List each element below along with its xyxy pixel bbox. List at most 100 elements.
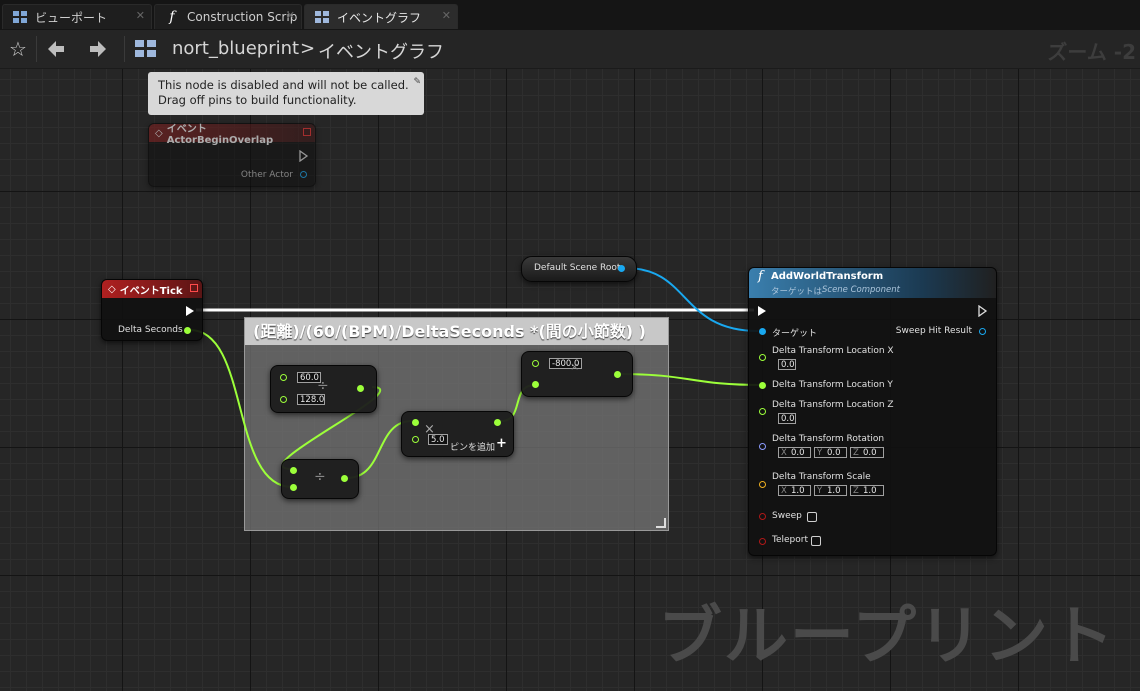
multiply2-a-pin[interactable] xyxy=(532,360,539,367)
sweep-hit-result-label: Sweep Hit Result xyxy=(895,326,972,336)
divide-b-value[interactable]: 128.0 xyxy=(297,394,325,405)
loc-y-pin[interactable] xyxy=(759,382,766,389)
default-scene-root-node[interactable]: Default Scene Root xyxy=(521,256,637,282)
tab-construction-script[interactable]: f Construction Scrip ✕ xyxy=(154,4,302,29)
close-icon[interactable]: ✕ xyxy=(286,9,295,22)
rotation-z-value[interactable]: Z 0.0 xyxy=(850,447,884,458)
sweep-hit-result-pin[interactable] xyxy=(979,328,986,335)
loc-x-label: Delta Transform Location X xyxy=(772,346,894,356)
exec-in-pin[interactable] xyxy=(758,306,766,316)
divide-b-pin[interactable] xyxy=(280,396,287,403)
scale-pin[interactable] xyxy=(759,481,766,488)
close-icon[interactable]: ✕ xyxy=(442,9,451,22)
multiply2-out-pin[interactable] xyxy=(614,371,621,378)
add-pin-label[interactable]: ピンを追加 xyxy=(450,440,495,453)
loc-x-pin[interactable] xyxy=(759,354,766,361)
scale-x-value[interactable]: X 1.0 xyxy=(778,485,811,496)
divide2-out-pin[interactable] xyxy=(341,475,348,482)
breadcrumb-separator: > xyxy=(300,38,316,59)
sweep-pin[interactable] xyxy=(759,513,766,520)
rotation-y-value[interactable]: Y 0.0 xyxy=(814,447,847,458)
zoom-level: ズーム -2 xyxy=(1047,40,1136,64)
sweep-checkbox[interactable] xyxy=(807,512,817,522)
exec-out-pin[interactable] xyxy=(186,306,194,316)
exec-out-pin-icon[interactable] xyxy=(299,150,309,162)
tab-viewport[interactable]: ビューポート ✕ xyxy=(2,4,152,29)
tab-label: イベントグラフ xyxy=(337,10,422,25)
pin-icon[interactable]: ✎ xyxy=(413,75,421,90)
rotation-x-value[interactable]: X 0.0 xyxy=(778,447,811,458)
teleport-pin[interactable] xyxy=(759,538,766,545)
event-actor-begin-overlap-node[interactable]: ◇ イベント ActorBeginOverlap Other Actor xyxy=(148,123,316,187)
target-pin[interactable] xyxy=(759,328,766,335)
multiply-out-pin[interactable] xyxy=(494,419,501,426)
scale-z-text: 1.0 xyxy=(863,486,877,496)
node-title: イベントTick xyxy=(119,285,183,297)
node-title: AddWorldTransform xyxy=(771,271,884,282)
delta-seconds-pin[interactable] xyxy=(184,327,191,334)
divide2-b-pin[interactable] xyxy=(290,484,297,491)
delta-seconds-label: Delta Seconds xyxy=(118,325,183,335)
add-pin-plus-icon[interactable]: + xyxy=(496,436,507,451)
forward-arrow-icon[interactable] xyxy=(86,37,110,61)
rotation-y-axis: Y xyxy=(817,448,823,458)
scale-y-value[interactable]: Y 1.0 xyxy=(814,485,847,496)
rotation-x-axis: X xyxy=(781,448,787,458)
graph-type-icon xyxy=(134,37,158,61)
scene-root-label: Default Scene Root xyxy=(534,263,621,273)
target-label: ターゲット xyxy=(772,329,818,339)
exec-out-pin-icon[interactable] xyxy=(978,305,988,317)
rotation-y-text: 0.0 xyxy=(827,448,841,458)
delegate-pin-icon[interactable] xyxy=(190,284,198,292)
rotation-z-text: 0.0 xyxy=(863,448,877,458)
multiply-b-pin[interactable] xyxy=(412,436,419,443)
graph-canvas[interactable]: ブループリント (距離)/(60/(BPM)/DeltaSeconds *(間の… xyxy=(0,69,1140,691)
close-icon[interactable]: ✕ xyxy=(136,9,145,22)
divide2-op-icon: ÷ xyxy=(314,469,326,485)
other-actor-pin[interactable] xyxy=(300,171,307,178)
node-subtitle-class: Scene Component xyxy=(822,285,900,295)
multiply-a-pin[interactable] xyxy=(412,419,419,426)
loc-z-label: Delta Transform Location Z xyxy=(772,400,894,410)
multiply2-op-icon: × xyxy=(570,360,580,373)
divide-node-1[interactable]: 60.0 128.0 ÷ xyxy=(270,365,377,413)
rotation-pin[interactable] xyxy=(759,443,766,450)
scale-x-text: 1.0 xyxy=(791,486,805,496)
loc-x-value[interactable]: 0.0 xyxy=(778,359,796,370)
tab-event-graph[interactable]: イベントグラフ ✕ xyxy=(304,4,458,29)
event-diamond-icon: ◇ xyxy=(155,127,163,139)
divide-op-icon: ÷ xyxy=(317,378,329,394)
comment-resize-handle[interactable] xyxy=(656,518,666,528)
function-icon: f xyxy=(758,269,763,284)
add-world-transform-node[interactable]: f AddWorldTransform ターゲットは Scene Compone… xyxy=(748,267,997,556)
favorite-star-icon[interactable]: ☆ xyxy=(6,37,30,61)
scene-root-out-pin[interactable] xyxy=(618,265,625,272)
divide-node-2[interactable]: ÷ xyxy=(281,459,359,499)
event-tick-node[interactable]: ◇ イベントTick Delta Seconds xyxy=(101,279,203,341)
disabled-node-tooltip: This node is disabled and will not be ca… xyxy=(148,72,424,115)
divide2-a-pin[interactable] xyxy=(290,467,297,474)
breadcrumb-root[interactable]: nort_blueprint xyxy=(172,38,299,59)
delegate-pin-icon[interactable] xyxy=(303,128,311,136)
back-arrow-icon[interactable] xyxy=(44,37,68,61)
multiply2-b-pin[interactable] xyxy=(532,381,539,388)
tab-bar: ビューポート ✕ f Construction Scrip ✕ イベントグラフ … xyxy=(0,0,1140,31)
tooltip-line-1: This node is disabled and will not be ca… xyxy=(158,78,409,92)
tab-label: Construction Scrip xyxy=(187,10,298,24)
scale-y-text: 1.0 xyxy=(827,486,841,496)
divide-out-pin[interactable] xyxy=(357,385,364,392)
graph-toolbar: ☆ nort_blueprint > イベントグラフ ズーム -2 xyxy=(0,30,1140,69)
loc-z-pin[interactable] xyxy=(759,408,766,415)
scale-z-value[interactable]: Z 1.0 xyxy=(850,485,884,496)
loc-y-label: Delta Transform Location Y xyxy=(772,380,893,390)
multiply-node-2[interactable]: -800.0 × xyxy=(521,351,633,397)
node-title: イベント ActorBeginOverlap xyxy=(166,124,274,146)
teleport-checkbox[interactable] xyxy=(811,536,821,546)
loc-z-value[interactable]: 0.0 xyxy=(778,413,796,424)
event-graph-icon xyxy=(315,10,329,24)
tooltip-line-2: Drag off pins to build functionality. xyxy=(158,93,357,107)
comment-title[interactable]: (距離)/(60/(BPM)/DeltaSeconds *(間の小節数) ) xyxy=(245,318,668,345)
breadcrumb-current[interactable]: イベントグラフ xyxy=(318,38,444,64)
divide-a-pin[interactable] xyxy=(280,374,287,381)
multiply-node[interactable]: 5.0 × ピンを追加 + xyxy=(401,411,514,457)
